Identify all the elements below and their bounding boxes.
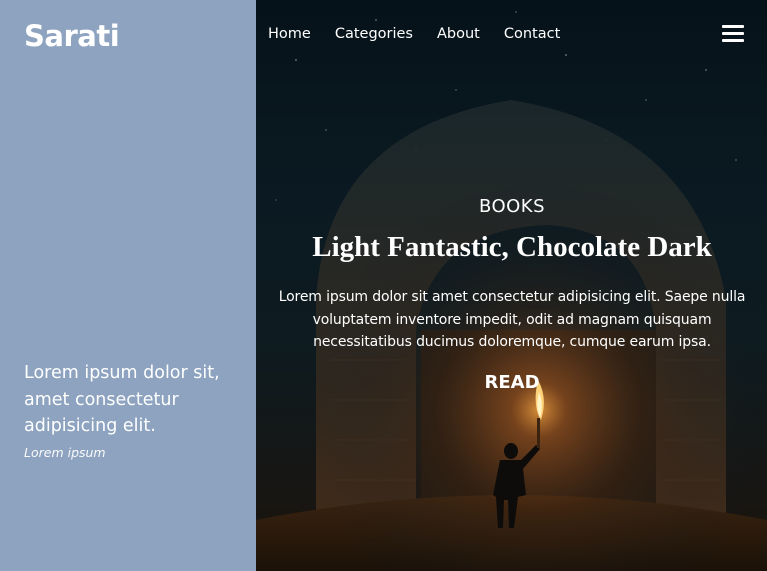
nav-link-home[interactable]: Home bbox=[268, 26, 311, 42]
hero-content: BOOKS Light Fantastic, Chocolate Dark Lo… bbox=[276, 192, 748, 393]
post-title[interactable]: Light Fantastic, Chocolate Dark bbox=[276, 230, 748, 264]
brand-logo[interactable]: Sarati bbox=[24, 18, 120, 54]
nav-link-categories[interactable]: Categories bbox=[335, 26, 413, 42]
post-summary: Lorem ipsum dolor sit amet consectetur a… bbox=[278, 289, 746, 350]
menu-bar bbox=[722, 25, 744, 28]
read-more-button[interactable]: READ bbox=[484, 372, 539, 393]
menu-bar bbox=[722, 32, 744, 35]
post-category[interactable]: BOOKS bbox=[276, 192, 748, 222]
hamburger-menu-icon[interactable] bbox=[722, 25, 744, 45]
sidebar-lead-text: Lorem ipsum dolor sit, amet consectetur … bbox=[24, 363, 220, 436]
sidebar-intro: Lorem ipsum dolor sit, amet consectetur … bbox=[24, 360, 242, 460]
menu-bar bbox=[722, 39, 744, 42]
page: Sarati Lorem ipsum dolor sit, amet conse… bbox=[0, 0, 767, 571]
hero-section: Home Categories About Contact BOOKS Ligh… bbox=[256, 0, 767, 571]
main-nav: Home Categories About Contact bbox=[268, 26, 560, 42]
nav-link-about[interactable]: About bbox=[437, 26, 480, 42]
sidebar: Sarati Lorem ipsum dolor sit, amet conse… bbox=[0, 0, 256, 571]
nav-link-contact[interactable]: Contact bbox=[504, 26, 560, 42]
sidebar-caption: Lorem ipsum bbox=[24, 444, 106, 460]
